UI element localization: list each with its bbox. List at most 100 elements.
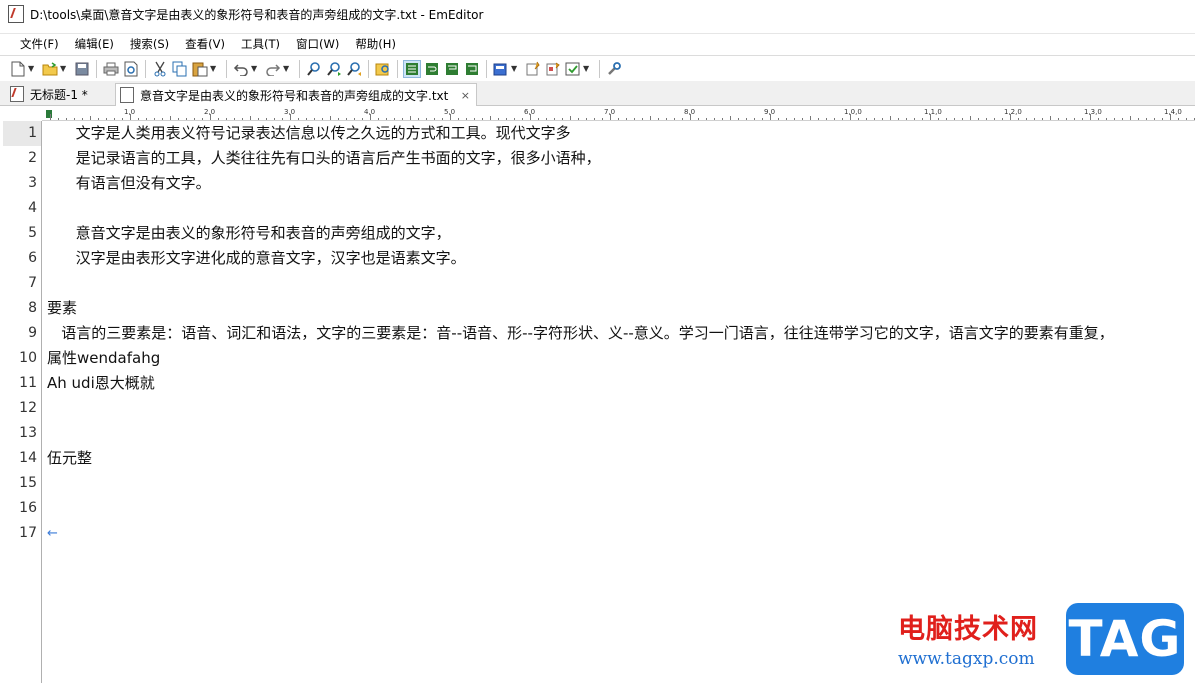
menu-view[interactable]: 查看(V)	[177, 34, 233, 54]
open-folder-dropdown-icon[interactable]: ▼	[60, 64, 69, 73]
save-icon[interactable]	[73, 60, 91, 78]
document-tab-bar: 无标题-1 * 意音文字是由表义的象形符号和表音的声旁组成的文字.txt ×	[0, 81, 1195, 106]
find-next-icon[interactable]	[325, 60, 343, 78]
paste-dropdown-icon[interactable]: ▼	[210, 64, 219, 73]
ruler-tick	[82, 118, 83, 120]
ruler: 1,0 2,0 3,0 4,0 5,0 6,0 7,0 8,0 9,0 1,0,0 1,1,0 1,2…	[42, 108, 1195, 121]
undo-icon[interactable]	[232, 60, 250, 78]
ruler-label: 1,3,0	[1084, 108, 1102, 116]
text-line[interactable]: 意音文字是由表义的象形符号和表音的声旁组成的文字，	[47, 221, 451, 246]
ruler-label: 5,0	[444, 108, 456, 116]
toolbar-separator	[599, 59, 600, 78]
tools-icon[interactable]	[605, 60, 623, 78]
print-preview-icon[interactable]	[122, 60, 140, 78]
undo-dropdown-icon[interactable]: ▼	[251, 64, 260, 73]
text-editor[interactable]: 文字是人类用表义符号记录表达信息以传之久远的方式和工具。现代文字多 是记录语言的…	[42, 121, 1195, 683]
text-line[interactable]: 属性wendafahg	[47, 346, 160, 371]
ruler-label: 2,0	[204, 108, 216, 116]
paste-icon[interactable]	[191, 60, 209, 78]
text-line[interactable]: 是记录语言的工具，人类往往先有口头的语言后产生书面的文字，很多小语种，	[47, 146, 601, 171]
check-dropdown-icon[interactable]: ▼	[583, 64, 592, 73]
menu-search[interactable]: 搜索(S)	[122, 34, 177, 54]
wrap-page-icon[interactable]	[463, 60, 481, 78]
menu-file[interactable]: 文件(F)	[12, 34, 67, 54]
ruler-tick	[122, 118, 123, 120]
wrap-chars-icon[interactable]	[423, 60, 441, 78]
ruler-tick	[498, 118, 499, 120]
tab-untitled-1[interactable]: 无标题-1 *	[6, 83, 106, 105]
text-line[interactable]: 要素	[47, 296, 77, 321]
ruler-label: 6,0	[524, 108, 536, 116]
new-file-icon[interactable]	[9, 60, 27, 78]
print-icon[interactable]	[102, 60, 120, 78]
find-in-files-icon[interactable]	[374, 60, 392, 78]
cut-icon[interactable]	[151, 60, 169, 78]
menu-window[interactable]: 窗口(W)	[288, 34, 347, 54]
configuration-dropdown-icon[interactable]: ▼	[511, 64, 520, 73]
menu-help[interactable]: 帮助(H)	[347, 34, 404, 54]
ruler-tick	[522, 118, 523, 120]
ruler-tick	[874, 118, 875, 120]
ruler-tick	[1138, 118, 1139, 120]
ruler-tick	[538, 118, 539, 120]
line-number: 3	[28, 175, 37, 191]
ruler-tick	[946, 118, 947, 120]
redo-icon[interactable]	[264, 60, 282, 78]
ruler-tick	[570, 116, 571, 120]
wrap-window-icon[interactable]	[443, 60, 461, 78]
plugin-icon[interactable]	[544, 60, 562, 78]
ruler-label: 1,0,0	[844, 108, 862, 116]
open-folder-icon[interactable]	[41, 60, 59, 78]
ruler-tick	[602, 118, 603, 120]
ruler-label: 3,0	[284, 108, 296, 116]
ruler-tick	[914, 118, 915, 120]
text-line[interactable]: 有语言但没有文字。	[47, 171, 211, 196]
macro-icon[interactable]	[524, 60, 542, 78]
ruler-tick	[594, 118, 595, 120]
ruler-tick	[114, 118, 115, 120]
ruler-tick	[562, 118, 563, 120]
ruler-tick	[994, 118, 995, 120]
menu-tools[interactable]: 工具(T)	[233, 34, 288, 54]
ruler-tick	[1162, 118, 1163, 120]
text-line[interactable]: 汉字是由表形文字进化成的意音文字，汉字也是语素文字。	[47, 246, 466, 271]
toolbar-separator	[368, 59, 369, 78]
ruler-tick	[234, 118, 235, 120]
configuration-icon[interactable]	[492, 60, 510, 78]
ruler-label: 9,0	[764, 108, 776, 116]
ruler-tick	[322, 118, 323, 120]
check-icon[interactable]	[564, 60, 582, 78]
ruler-tick	[578, 118, 579, 120]
wrap-none-icon[interactable]	[403, 59, 421, 78]
line-number: 9	[28, 325, 37, 341]
ruler-tick	[786, 118, 787, 120]
toolbar-separator	[397, 59, 398, 78]
ruler-tick	[674, 118, 675, 120]
text-line[interactable]: 伍元整	[47, 446, 92, 471]
text-line[interactable]: 文字是人类用表义符号记录表达信息以传之久远的方式和工具。现代文字多	[47, 121, 571, 146]
ruler-tick	[314, 118, 315, 120]
find-prev-icon[interactable]	[345, 60, 363, 78]
ruler-tick	[842, 118, 843, 120]
ruler-tick	[338, 118, 339, 120]
text-line[interactable]: 语言的三要素是：语音、词汇和语法，文字的三要素是：音--语音、形--字符形状、义…	[47, 321, 1114, 346]
ruler-tick	[418, 118, 419, 120]
ruler-tick	[330, 116, 331, 120]
ruler-tick	[218, 118, 219, 120]
ruler-tick	[554, 118, 555, 120]
redo-dropdown-icon[interactable]: ▼	[283, 64, 292, 73]
new-file-dropdown-icon[interactable]: ▼	[28, 64, 37, 73]
find-icon[interactable]	[305, 60, 323, 78]
copy-icon[interactable]	[171, 60, 189, 78]
ruler-tick	[794, 118, 795, 120]
ruler-tick	[378, 118, 379, 120]
ruler-tick	[154, 118, 155, 120]
tab-active-document[interactable]: 意音文字是由表义的象形符号和表音的声旁组成的文字.txt ×	[115, 83, 477, 106]
toolbar-separator	[486, 59, 487, 78]
ruler-tick	[1034, 118, 1035, 120]
menu-edit[interactable]: 编辑(E)	[67, 34, 122, 54]
close-icon[interactable]: ×	[461, 89, 470, 102]
text-line[interactable]: Ah udi恩大概就	[47, 371, 155, 396]
ruler-tick	[306, 118, 307, 120]
ruler-tick	[802, 118, 803, 120]
